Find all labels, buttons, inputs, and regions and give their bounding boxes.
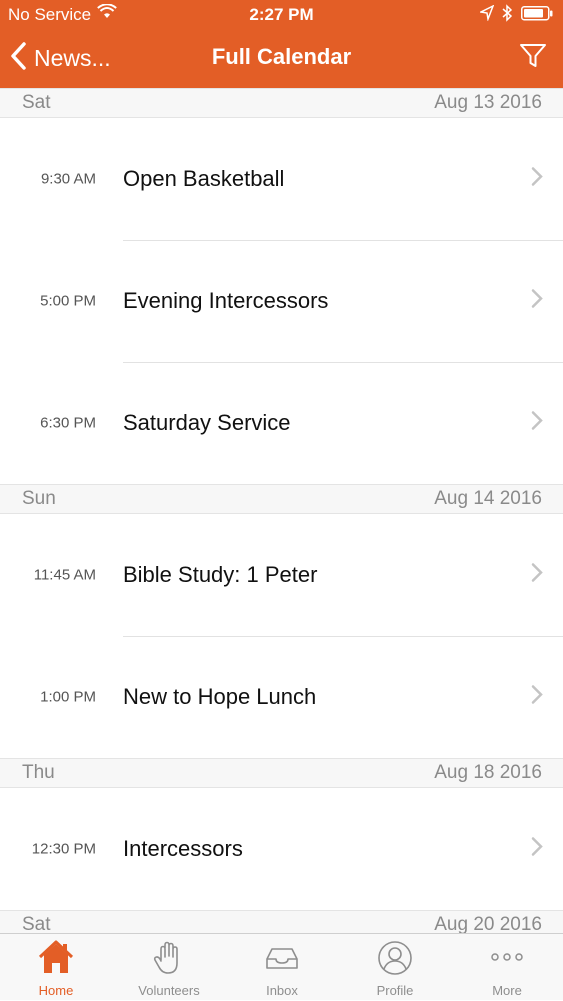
tab-label: Home	[38, 983, 74, 998]
profile-icon	[339, 940, 451, 976]
calendar-list[interactable]: Sat Aug 13 2016 9:30 AM Open Basketball …	[0, 88, 563, 933]
status-bar: No Service 2:27 PM	[0, 0, 563, 30]
tab-label: Volunteers	[138, 983, 200, 998]
event-time: 6:30 PM	[40, 414, 96, 432]
filter-icon	[519, 44, 547, 74]
more-icon	[451, 940, 563, 974]
section-header: Thu Aug 18 2016	[0, 758, 563, 788]
tab-label: Profile	[376, 983, 414, 998]
event-time: 1:00 PM	[40, 688, 96, 706]
chevron-right-icon	[531, 411, 543, 436]
section-day: Sun	[22, 488, 56, 509]
battery-icon	[521, 6, 553, 26]
chevron-right-icon	[531, 167, 543, 192]
section-date: Aug 13 2016	[434, 92, 542, 113]
hand-icon	[113, 940, 225, 976]
top-bar: No Service 2:27 PM News... Full Calendar	[0, 0, 563, 88]
event-title: Open Basketball	[123, 166, 285, 191]
event-title: Bible Study: 1 Peter	[123, 562, 318, 587]
tab-inbox[interactable]: Inbox	[226, 934, 338, 1001]
navigation-bar: News... Full Calendar	[0, 30, 563, 88]
event-row[interactable]: 6:30 PM Saturday Service	[0, 362, 563, 484]
chevron-right-icon	[531, 289, 543, 314]
event-title: Saturday Service	[123, 410, 291, 435]
filter-button[interactable]	[519, 42, 547, 75]
tab-bar: Home Volunteers Inbox Profile More	[0, 933, 563, 1000]
event-time: 11:45 AM	[33, 566, 96, 584]
tab-more[interactable]: More	[451, 934, 563, 1001]
location-arrow-icon	[478, 4, 495, 26]
section-date: Aug 14 2016	[434, 488, 542, 509]
event-time: 5:00 PM	[40, 292, 96, 310]
event-time: 9:30 AM	[40, 170, 96, 188]
section-day: Sat	[22, 92, 51, 113]
event-time: 12:30 PM	[31, 840, 96, 858]
section-day: Sat	[22, 914, 51, 933]
event-title: Evening Intercessors	[123, 288, 329, 313]
event-row[interactable]: 1:00 PM New to Hope Lunch	[0, 636, 563, 758]
section-date: Aug 18 2016	[434, 762, 542, 783]
section-header: Sun Aug 14 2016	[0, 484, 563, 514]
section-header: Sat Aug 13 2016	[0, 88, 563, 118]
tab-volunteers[interactable]: Volunteers	[113, 934, 225, 1001]
chevron-right-icon	[531, 837, 543, 862]
section-header: Sat Aug 20 2016	[0, 910, 563, 933]
inbox-icon	[226, 940, 338, 974]
event-row[interactable]: 12:30 PM Intercessors	[0, 788, 563, 910]
page-title: Full Calendar	[211, 44, 352, 69]
event-title: Intercessors	[123, 836, 243, 861]
chevron-right-icon	[531, 563, 543, 588]
home-icon	[0, 940, 112, 974]
tab-profile[interactable]: Profile	[339, 934, 451, 1001]
section-date: Aug 20 2016	[434, 914, 542, 933]
event-row[interactable]: 5:00 PM Evening Intercessors	[0, 240, 563, 362]
tab-label: Inbox	[266, 983, 298, 998]
status-time: 2:27 PM	[249, 5, 314, 24]
bluetooth-icon	[501, 4, 513, 27]
event-title: New to Hope Lunch	[123, 684, 317, 709]
section-day: Thu	[22, 762, 55, 783]
event-row[interactable]: 11:45 AM Bible Study: 1 Peter	[0, 514, 563, 636]
tab-home[interactable]: Home	[0, 934, 112, 1001]
chevron-right-icon	[531, 685, 543, 710]
tab-label: More	[492, 983, 522, 998]
event-row[interactable]: 9:30 AM Open Basketball	[0, 118, 563, 240]
